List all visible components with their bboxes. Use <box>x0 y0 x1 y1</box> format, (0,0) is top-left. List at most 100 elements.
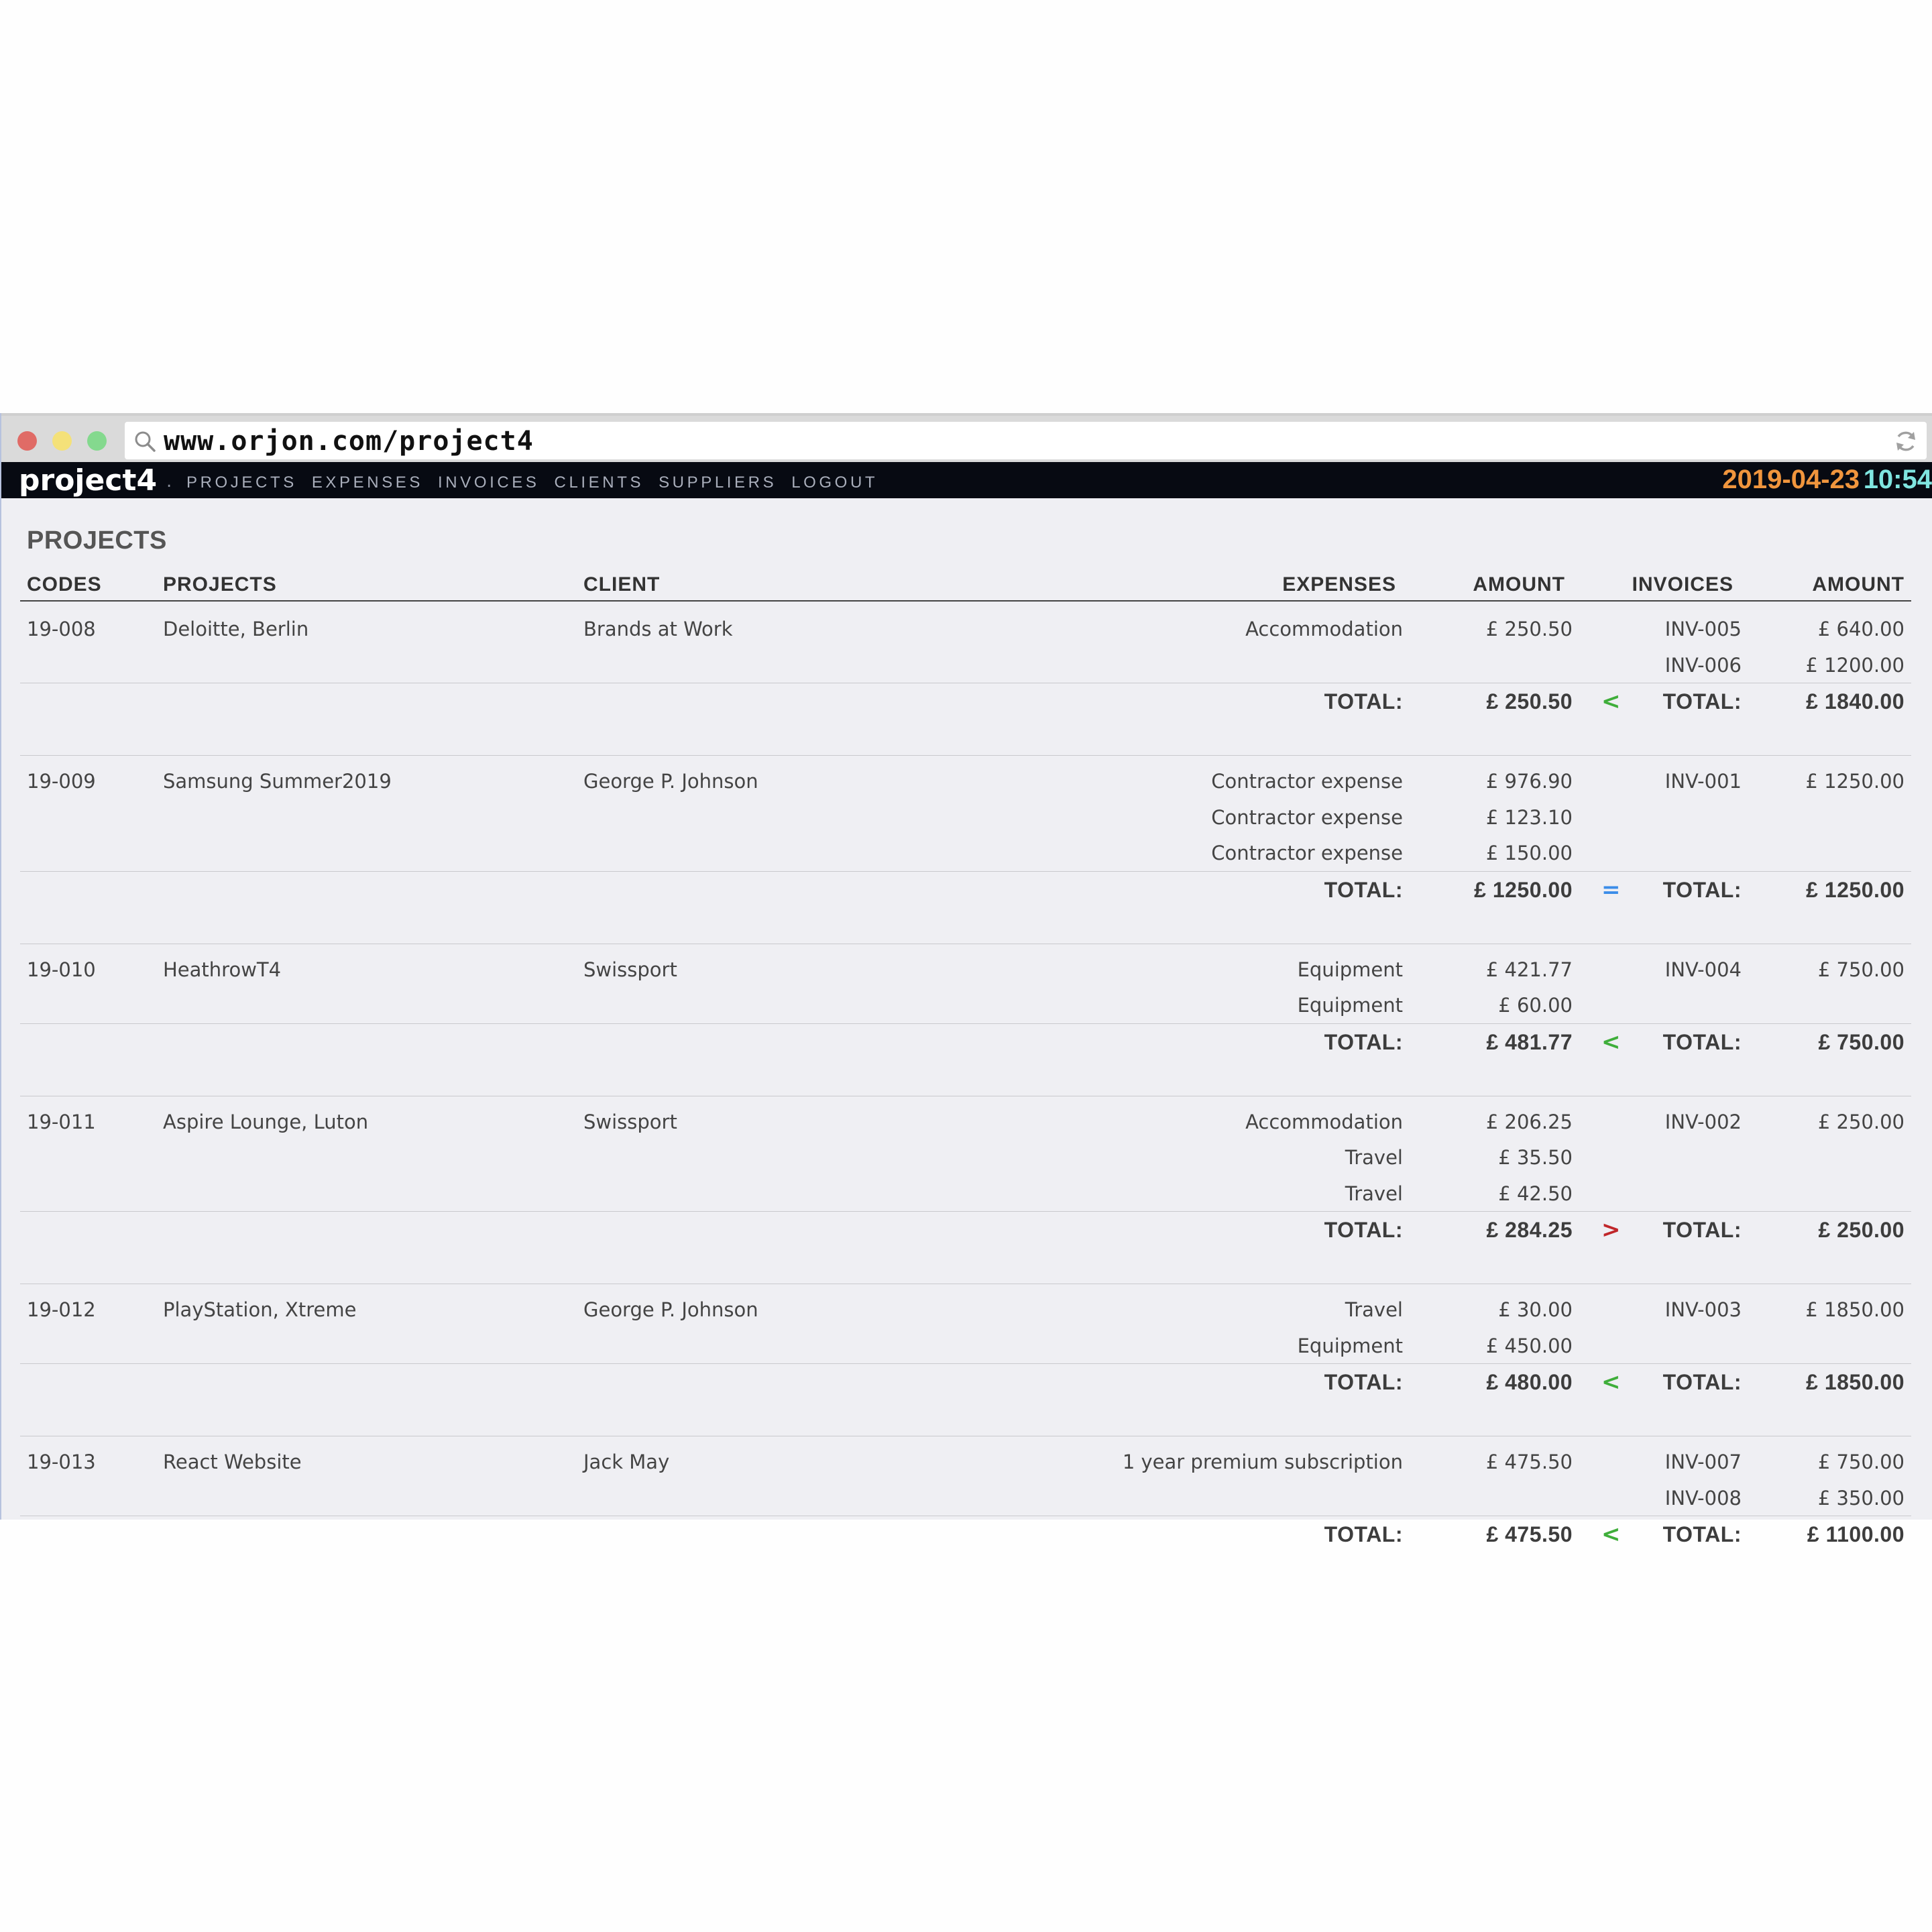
comparison-indicator: < <box>1601 1369 1621 1396</box>
nav-invoices[interactable]: INVOICES <box>438 473 540 492</box>
expense-type: Accommodation <box>1245 618 1403 640</box>
project-client[interactable]: George P. Johnson <box>583 770 758 793</box>
expense-amount: £ 421.77 <box>1485 958 1573 981</box>
expense-type: Equipment <box>1297 958 1403 981</box>
page-title: PROJECTS <box>27 526 167 555</box>
invoice-amount: £ 640.00 <box>1817 618 1905 640</box>
invoice-id[interactable]: INV-002 <box>1665 1111 1742 1133</box>
project-code[interactable]: 19-008 <box>27 618 96 640</box>
nav-logout[interactable]: LOGOUT <box>791 473 878 492</box>
project-name[interactable]: Deloitte, Berlin <box>163 618 308 640</box>
project-divider <box>20 755 1911 756</box>
expense-total: £ 284.25 <box>1486 1218 1573 1242</box>
expense-total: £ 481.77 <box>1486 1029 1573 1054</box>
project-name[interactable]: HeathrowT4 <box>163 958 281 981</box>
table-header: CODES PROJECTS CLIENT EXPENSES AMOUNT IN… <box>20 573 1911 602</box>
project-code[interactable]: 19-012 <box>27 1298 96 1321</box>
refresh-icon[interactable] <box>1893 429 1919 454</box>
invoice-amount: £ 750.00 <box>1817 958 1905 981</box>
comparison-indicator: < <box>1601 1028 1621 1056</box>
invoice-id[interactable]: INV-004 <box>1665 958 1742 981</box>
invoice-amount: £ 250.00 <box>1817 1110 1905 1133</box>
brand-separator: . <box>166 471 172 492</box>
minimize-window-button[interactable] <box>52 431 72 451</box>
expense-total-label: TOTAL: <box>1324 1370 1403 1394</box>
invoice-total-label: TOTAL: <box>1662 877 1742 902</box>
project-client[interactable]: Jack May <box>583 1451 669 1473</box>
invoice-id[interactable]: INV-005 <box>1665 618 1742 640</box>
main-nav: PROJECTS EXPENSES INVOICES CLIENTS SUPPL… <box>186 473 893 492</box>
comparison-indicator: = <box>1601 876 1621 903</box>
project-name[interactable]: React Website <box>163 1451 302 1473</box>
invoice-id[interactable]: INV-001 <box>1665 770 1742 793</box>
project-client[interactable]: Swissport <box>583 1111 677 1133</box>
expense-type: 1 year premium subscription <box>1122 1451 1403 1473</box>
nav-clients[interactable]: CLIENTS <box>555 473 644 492</box>
project-name[interactable]: Aspire Lounge, Luton <box>163 1111 368 1133</box>
current-date: 2019-04-23 <box>1722 465 1860 494</box>
expense-amount: £ 976.90 <box>1485 770 1573 793</box>
expense-type: Travel <box>1345 1298 1403 1321</box>
header-projects: PROJECTS <box>163 573 277 595</box>
row-divider <box>20 1023 1911 1024</box>
current-time: 10:54 <box>1863 465 1932 494</box>
nav-suppliers[interactable]: SUPPLIERS <box>659 473 777 492</box>
project-code[interactable]: 19-013 <box>27 1451 96 1473</box>
invoice-total-label: TOTAL: <box>1662 1522 1742 1546</box>
expense-amount: £ 475.50 <box>1485 1451 1573 1473</box>
invoice-total: £ 1100.00 <box>1807 1522 1905 1546</box>
row-divider <box>20 1211 1911 1212</box>
expense-type: Contractor expense <box>1211 842 1403 864</box>
address-bar[interactable]: www.orjon.com/project4 <box>125 422 1927 459</box>
invoice-amount: £ 1200.00 <box>1805 653 1905 677</box>
invoice-amount: £ 750.00 <box>1817 1451 1905 1473</box>
expense-amount: £ 206.25 <box>1485 1110 1573 1133</box>
invoice-total: £ 1840.00 <box>1806 689 1905 714</box>
expense-total-label: TOTAL: <box>1324 689 1403 714</box>
header-codes: CODES <box>27 573 102 595</box>
invoice-total: £ 250.00 <box>1818 1218 1905 1242</box>
invoice-id[interactable]: INV-007 <box>1665 1451 1742 1473</box>
expense-amount: £ 450.00 <box>1485 1334 1573 1357</box>
brand-logo[interactable]: project4 <box>19 463 157 498</box>
expense-total: £ 250.50 <box>1486 689 1573 714</box>
invoice-id[interactable]: INV-003 <box>1665 1298 1742 1321</box>
expense-type: Contractor expense <box>1211 770 1403 793</box>
invoice-total: £ 750.00 <box>1818 1029 1905 1054</box>
project-client[interactable]: George P. Johnson <box>583 1298 758 1321</box>
expense-total: £ 1250.00 <box>1474 877 1573 902</box>
nav-projects[interactable]: PROJECTS <box>186 473 297 492</box>
maximize-window-button[interactable] <box>87 431 107 451</box>
invoice-id[interactable]: INV-006 <box>1665 654 1742 677</box>
project-code[interactable]: 19-009 <box>27 770 96 793</box>
invoice-amount: £ 1250.00 <box>1805 770 1905 793</box>
project-name[interactable]: PlayStation, Xtreme <box>163 1298 356 1321</box>
url-text[interactable]: www.orjon.com/project4 <box>164 426 534 457</box>
close-window-button[interactable] <box>17 431 37 451</box>
expense-amount: £ 60.00 <box>1498 994 1573 1017</box>
comparison-indicator: < <box>1601 688 1621 715</box>
project-client[interactable]: Swissport <box>583 958 677 981</box>
expense-total-label: TOTAL: <box>1324 1218 1403 1242</box>
expense-type: Travel <box>1345 1182 1403 1205</box>
project-name[interactable]: Samsung Summer2019 <box>163 770 392 793</box>
invoice-total-label: TOTAL: <box>1662 1218 1742 1242</box>
expense-type: Contractor expense <box>1211 805 1403 829</box>
browser-chrome: www.orjon.com/project4 <box>1 413 1932 462</box>
row-divider <box>20 1363 1911 1364</box>
project-code[interactable]: 19-011 <box>27 1111 96 1133</box>
project-code[interactable]: 19-010 <box>27 958 96 981</box>
expense-amount: £ 35.50 <box>1498 1146 1573 1169</box>
nav-expenses[interactable]: EXPENSES <box>312 473 423 492</box>
comparison-indicator: > <box>1601 1216 1621 1243</box>
expense-total: £ 480.00 <box>1486 1370 1573 1394</box>
header-client: CLIENT <box>583 573 661 595</box>
project-client[interactable]: Brands at Work <box>583 618 733 640</box>
app-navbar: project4 . PROJECTS EXPENSES INVOICES CL… <box>1 462 1932 498</box>
expense-amount: £ 250.50 <box>1485 618 1573 640</box>
header-expenses: EXPENSES <box>1282 573 1396 595</box>
expense-type: Equipment <box>1297 994 1403 1017</box>
header-invoice-amount: AMOUNT <box>1812 573 1905 595</box>
invoice-amount: £ 1850.00 <box>1805 1298 1905 1321</box>
invoice-id[interactable]: INV-008 <box>1665 1487 1742 1510</box>
